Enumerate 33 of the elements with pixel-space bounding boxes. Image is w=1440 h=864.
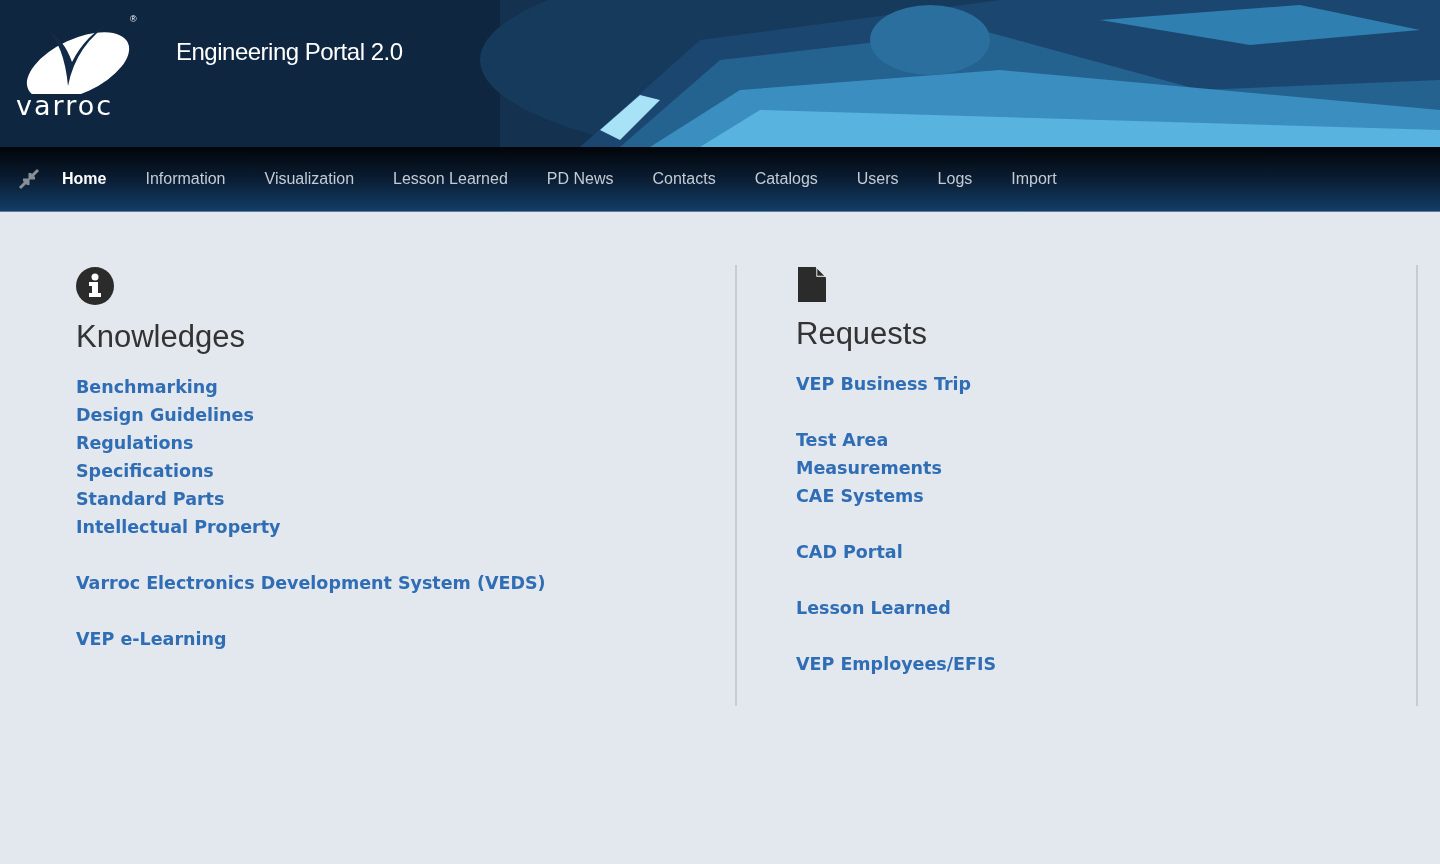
link[interactable]: Regulations — [76, 429, 194, 457]
info-icon — [76, 267, 114, 305]
nav-tab[interactable]: Information — [145, 164, 226, 194]
nav-tab[interactable]: Home — [62, 164, 107, 194]
link[interactable]: VEP Business Trip — [796, 370, 972, 398]
nav-tab[interactable]: Lesson Learned — [393, 164, 508, 194]
link[interactable]: CAD Portal — [796, 538, 903, 566]
link[interactable]: Specifications — [76, 457, 214, 485]
collapse-icon — [18, 168, 40, 190]
link[interactable]: CAE Systems — [796, 482, 924, 510]
link[interactable]: VEP e-Learning — [76, 625, 227, 653]
link[interactable]: Standard Parts — [76, 485, 225, 513]
link[interactable]: Benchmarking — [76, 373, 218, 401]
section-heading: Requests — [796, 316, 927, 352]
nav-tab[interactable]: PD News — [546, 164, 614, 194]
registered-mark: ® — [130, 14, 137, 24]
nav-tab[interactable]: Contacts — [652, 164, 716, 194]
nav-tab[interactable]: Logs — [937, 164, 973, 194]
link[interactable]: Intellectual Property — [76, 513, 281, 541]
nav-tab[interactable]: Import — [1011, 164, 1057, 194]
portal-title: Engineering Portal 2.0 — [176, 38, 403, 66]
link[interactable]: Measurements — [796, 454, 942, 482]
nav-tab[interactable]: Visualization — [264, 164, 355, 194]
section-heading: Knowledges — [76, 319, 245, 355]
link[interactable]: VEP Employees/EFIS — [796, 650, 997, 678]
logo-text: varroc — [16, 92, 114, 120]
document-icon — [796, 267, 828, 302]
link[interactable]: Lesson Learned — [796, 594, 951, 622]
nav-tab[interactable]: Users — [856, 164, 899, 194]
link[interactable]: Design Guidelines — [76, 401, 254, 429]
nav-tab[interactable]: Catalogs — [754, 164, 818, 194]
link[interactable]: Test Area — [796, 426, 889, 454]
link[interactable]: Varroc Electronics Development System (VEDS) — [76, 569, 546, 597]
